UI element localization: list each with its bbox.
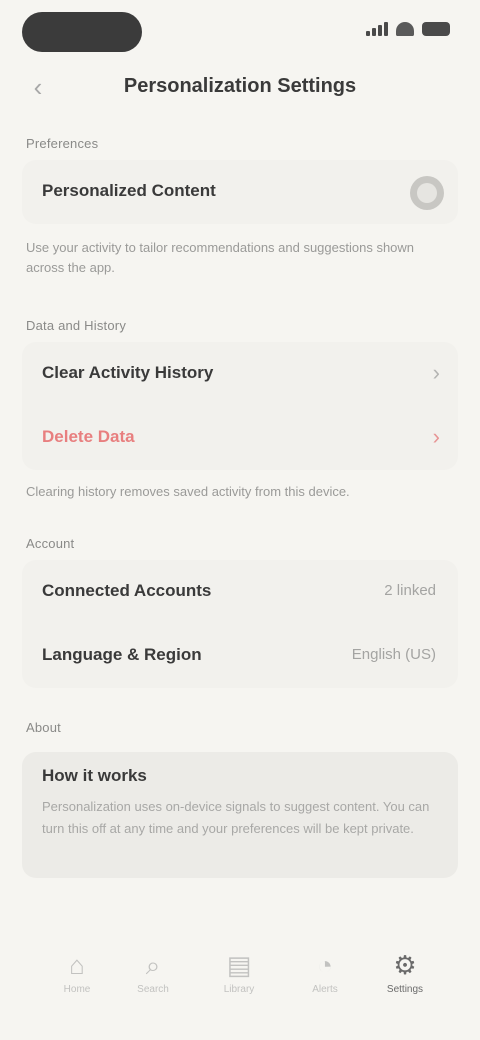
personalized-content-toggle[interactable] [410,176,444,210]
language-region-row[interactable]: Language & Region English (US) [22,624,458,688]
about-text: Personalization uses on-device signals t… [42,799,430,836]
row-label: Personalized Content [42,181,216,200]
tab-label: Library [223,984,255,995]
back-button[interactable]: ‹ [22,72,54,104]
search-icon: ⌕ [145,950,161,980]
tab-library[interactable]: ▤ Library [204,950,274,1010]
about-title: How it works [42,766,147,785]
tab-home[interactable]: ⌂ Home [42,950,112,1010]
delete-data-row[interactable]: Delete Data › [22,406,458,470]
preferences-helper-text: Use your activity to tailor recommendati… [26,240,415,275]
library-icon: ▤ [226,950,252,980]
personalized-content-row[interactable]: Personalized Content [22,160,458,224]
tab-settings[interactable]: ⚙ Settings [370,950,440,1010]
row-label-destructive: Delete Data [42,427,135,446]
wifi-icon [396,22,414,36]
section-label-about: About [26,720,61,735]
row-label: Clear Activity History [42,363,214,382]
signal-icon [366,22,388,36]
status-bar [0,8,480,56]
page-title: Personalization Settings [123,75,357,97]
status-icons [366,22,450,36]
tab-bar: ⌂ Home ⌕ Search ▤ Library ◔ Alerts ⚙ Set… [0,940,480,1010]
tab-label: Settings [386,984,424,995]
account-card: Connected Accounts 2 linked Language & R… [22,560,458,688]
connected-accounts-row[interactable]: Connected Accounts 2 linked [22,560,458,624]
row-value: 2 linked [384,582,436,599]
dynamic-island [22,12,142,52]
section-label-data: Data and History [26,318,127,333]
battery-icon [422,22,450,36]
section-label-preferences: Preferences [26,136,99,151]
toggle-knob [417,183,437,203]
row-value: English (US) [351,646,436,663]
tab-search[interactable]: ⌕ Search [118,950,188,1010]
preferences-card: Personalized Content [22,160,458,224]
tab-alerts[interactable]: ◔ Alerts [290,950,360,1010]
gear-icon: ⚙ [393,950,417,980]
clear-history-row[interactable]: Clear Activity History › [22,342,458,406]
tab-label: Alerts [312,984,338,995]
bell-icon: ◔ [317,950,333,980]
nav-header: ‹ Personalization Settings [0,62,480,112]
chevron-right-icon: › [432,360,440,385]
data-helper-text: Clearing history removes saved activity … [26,484,350,499]
chevron-left-icon: ‹ [33,72,43,102]
about-card: How it works Personalization uses on-dev… [22,752,458,878]
chevron-right-icon: › [432,424,440,449]
tab-label: Home [63,984,91,995]
home-icon: ⌂ [69,950,85,980]
section-label-account: Account [26,536,75,551]
data-card: Clear Activity History › Delete Data › [22,342,458,470]
tab-label: Search [137,984,169,995]
row-label: Language & Region [42,645,202,664]
row-label: Connected Accounts [42,581,212,600]
